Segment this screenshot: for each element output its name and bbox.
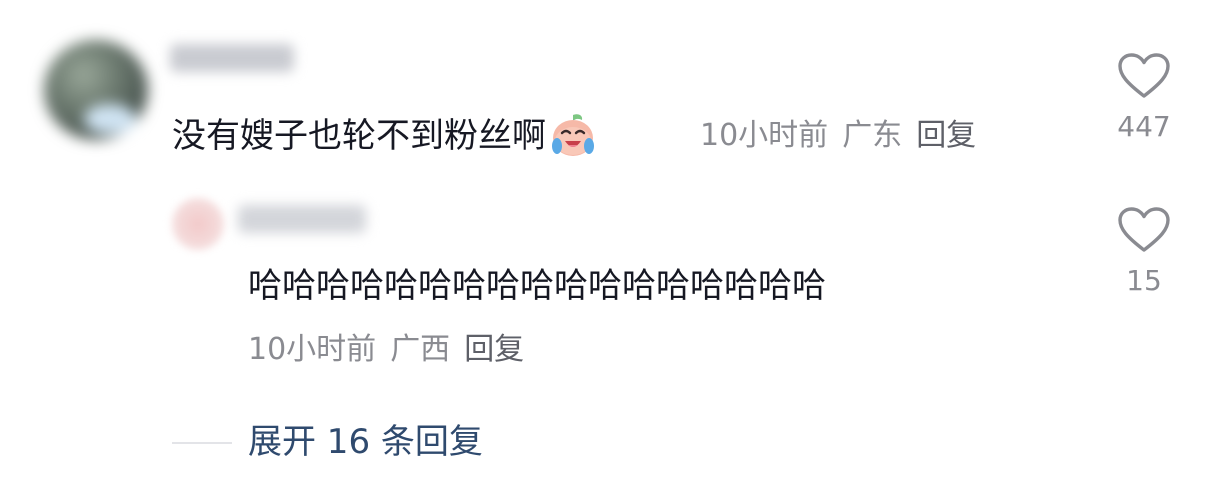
comment-text: 没有嫂子也轮不到粉丝啊	[172, 116, 546, 156]
reply-avatar[interactable]	[172, 198, 224, 250]
reply-time: 10小时前	[248, 332, 377, 367]
crying-laughing-emoji-icon	[548, 111, 598, 159]
username-blurred[interactable]	[170, 44, 294, 72]
heart-outline-icon[interactable]	[1117, 52, 1171, 100]
comment-thread: 没有嫂子也轮不到粉丝啊 10小时前 广东 回复 447 哈哈哈哈哈哈哈哈哈哈哈哈哈哈…	[0, 0, 1220, 498]
avatar[interactable]	[44, 40, 148, 140]
heart-outline-icon[interactable]	[1117, 206, 1171, 254]
comment-location: 广东	[842, 118, 903, 153]
comment-meta: 10小时前 广东 回复	[700, 116, 976, 156]
reply-button[interactable]: 回复	[916, 118, 976, 153]
reply-reply-button[interactable]: 回复	[464, 332, 524, 367]
like-button[interactable]: 447	[1104, 52, 1184, 144]
expand-replies-button[interactable]: 展开 16 条回复	[248, 420, 483, 464]
comment-body: 没有嫂子也轮不到粉丝啊	[172, 111, 598, 159]
divider	[172, 442, 232, 444]
like-count: 447	[1117, 110, 1171, 143]
reply-text: 哈哈哈哈哈哈哈哈哈哈哈哈哈哈哈哈哈	[248, 266, 826, 306]
comment-time: 10小时前	[700, 118, 829, 153]
reply-meta: 10小时前 广西 回复	[248, 330, 524, 370]
reply-username-blurred[interactable]	[238, 205, 366, 233]
reply-location: 广西	[390, 332, 451, 367]
reply-like-count: 15	[1126, 264, 1162, 297]
reply-like-button[interactable]: 15	[1104, 206, 1184, 298]
